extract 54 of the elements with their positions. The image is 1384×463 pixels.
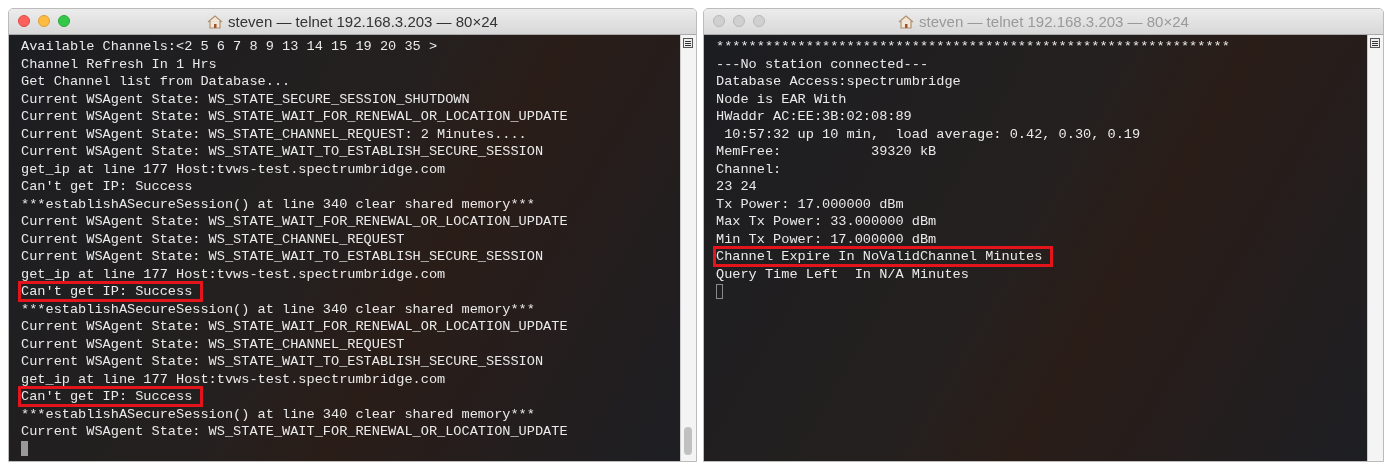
- scroll-thumb[interactable]: [684, 427, 692, 455]
- terminal-line: Channel Expire In NoValidChannel Minutes: [716, 249, 1051, 264]
- terminal-line: Can't get IP: Success: [21, 389, 201, 404]
- terminal-line: Current WSAgent State: WS_STATE_WAIT_TO_ESTABLISH_SECURE_SESSION: [21, 354, 544, 369]
- terminal-line: get_ip at line 177 Host:tvws-test.spectrumbridge.com: [21, 371, 446, 387]
- terminal-line: Current WSAgent State: WS_STATE_WAIT_FOR_RENEWAL_OR_LOCATION_UPDATE: [21, 214, 568, 229]
- terminal-line: Get Channel list from Database...: [21, 74, 291, 89]
- terminal-line: ***establishASecureSession() at line 340 clear shared memory***: [21, 406, 535, 422]
- terminal-line: Query Time Left In N/A Minutes: [716, 266, 969, 282]
- terminal-line: Available Channels:<2 5 6 7 8 9 13 14 15 19 20 35 >: [21, 39, 438, 54]
- terminal-line: Current WSAgent State: WS_STATE_WAIT_FOR_RENEWAL_OR_LOCATION_UPDATE: [21, 424, 568, 439]
- text-cursor: [21, 441, 28, 457]
- terminal-line: ***************************************************************: [716, 39, 1230, 54]
- terminal-line: ***establishASecureSession() at line 340 clear shared memory***: [21, 301, 535, 317]
- split-pane-icon[interactable]: [1370, 38, 1380, 48]
- close-button[interactable]: [18, 15, 30, 27]
- terminal-line: 23 24: [716, 179, 757, 194]
- terminal-line: MemFree: 39320 kB: [716, 144, 937, 159]
- scroll-bar[interactable]: [680, 35, 696, 461]
- terminal-line: Min Tx Power: 17.000000 dBm: [716, 231, 937, 247]
- minimize-button[interactable]: [38, 15, 50, 27]
- terminal-line: Current WSAgent State: WS_STATE_SECURE_SESSION_SHUTDOWN: [21, 91, 470, 107]
- close-button[interactable]: [713, 15, 725, 27]
- scroll-bar[interactable]: [1367, 35, 1383, 461]
- terminal-line: get_ip at line 177 Host:tvws-test.spectrumbridge.com: [21, 161, 446, 177]
- window-title: steven — telnet 192.168.3.203 — 80×24: [228, 13, 498, 30]
- terminal-line: Database Access:spectrumbridge: [716, 74, 961, 89]
- zoom-button[interactable]: [753, 15, 765, 27]
- terminal-line: Can't get IP: Success: [21, 284, 201, 299]
- house-icon: [898, 14, 915, 29]
- terminal-line: Channel Refresh In 1 Hrs: [21, 56, 217, 72]
- terminal-line: Current WSAgent State: WS_STATE_WAIT_FOR_RENEWAL_OR_LOCATION_UPDATE: [21, 109, 568, 124]
- terminal-line: Current WSAgent State: WS_STATE_CHANNEL_REQUEST: [21, 231, 405, 247]
- terminal-line: HWaddr AC:EE:3B:02:08:89: [716, 109, 912, 124]
- window-title: steven — telnet 192.168.3.203 — 80×24: [919, 13, 1189, 30]
- terminal-line: Can't get IP: Success: [21, 179, 193, 194]
- terminal-line: Current WSAgent State: WS_STATE_WAIT_FOR_RENEWAL_OR_LOCATION_UPDATE: [21, 319, 568, 334]
- minimize-button[interactable]: [733, 15, 745, 27]
- terminal-line: Current WSAgent State: WS_STATE_CHANNEL_REQUEST: 2 Minutes....: [21, 126, 527, 142]
- terminal-line: get_ip at line 177 Host:tvws-test.spectrumbridge.com: [21, 266, 446, 282]
- terminal-line: Max Tx Power: 33.000000 dBm: [716, 214, 937, 229]
- terminal-line: Current WSAgent State: WS_STATE_WAIT_TO_ESTABLISH_SECURE_SESSION: [21, 144, 544, 159]
- terminal-line: 10:57:32 up 10 min, load average: 0.42, 0.30, 0.19: [723, 126, 1141, 142]
- split-pane-icon[interactable]: [683, 38, 693, 48]
- terminal-line: Current WSAgent State: WS_STATE_WAIT_TO_ESTABLISH_SECURE_SESSION: [21, 249, 544, 264]
- terminal-line: ***establishASecureSession() at line 340 clear shared memory***: [21, 196, 535, 212]
- terminal-line: Tx Power: 17.000000 dBm: [716, 196, 904, 212]
- terminal-line: ---No station connected---: [716, 56, 929, 72]
- zoom-button[interactable]: [58, 15, 70, 27]
- terminal-line: Current WSAgent State: WS_STATE_CHANNEL_REQUEST: [21, 336, 405, 352]
- text-cursor: [716, 283, 723, 299]
- terminal-line: Node is EAR With: [716, 91, 847, 107]
- terminal-line: Channel:: [716, 161, 782, 177]
- house-icon: [207, 14, 224, 29]
